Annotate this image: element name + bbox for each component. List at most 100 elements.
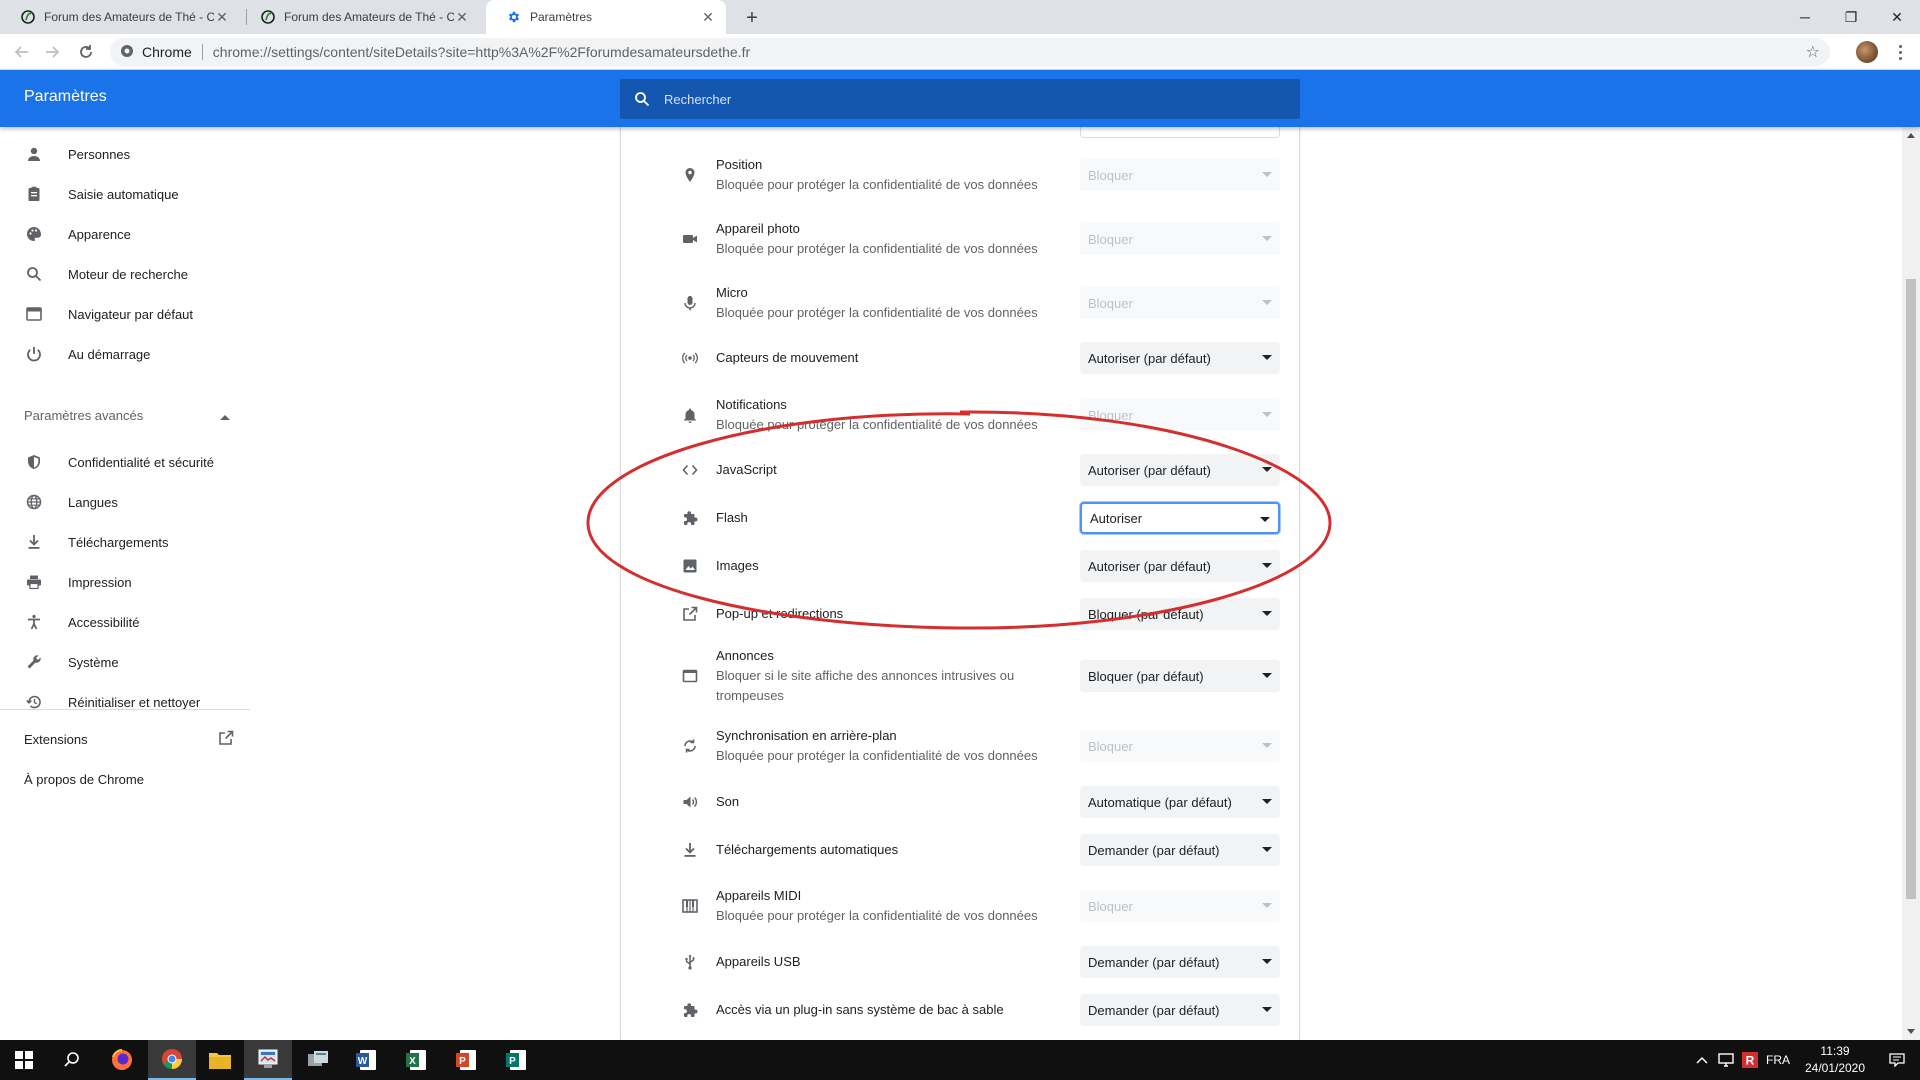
excel-icon[interactable]: X bbox=[392, 1040, 440, 1080]
chrome-icon[interactable] bbox=[148, 1040, 196, 1080]
sidebar-item-au-demarrage[interactable]: Au démarrage bbox=[0, 334, 250, 374]
sidebar-item-personnes[interactable]: Personnes bbox=[0, 134, 250, 174]
usb-icon bbox=[680, 952, 700, 972]
word-icon[interactable]: W bbox=[342, 1040, 390, 1080]
advanced-settings-toggle[interactable]: Paramètres avancés bbox=[24, 395, 230, 435]
permission-select-unsandboxed-plugins[interactable]: Demander (par défaut) bbox=[1080, 994, 1280, 1026]
site-chip[interactable]: Chrome bbox=[110, 44, 203, 60]
close-tab-icon[interactable]: ✕ bbox=[454, 9, 470, 25]
browser-tab-1[interactable]: Forum des Amateurs de Thé - Co ✕ bbox=[0, 0, 240, 34]
reload-icon[interactable] bbox=[72, 38, 100, 66]
permission-select-automatic-downloads[interactable]: Demander (par défaut) bbox=[1080, 834, 1280, 866]
code-icon bbox=[680, 460, 700, 480]
restore-window-icon[interactable]: ❐ bbox=[1828, 0, 1874, 34]
permission-select-flash[interactable]: Autoriser bbox=[1080, 502, 1280, 534]
profile-avatar[interactable] bbox=[1856, 41, 1878, 63]
permission-description: Bloquer si le site affiche des annonces … bbox=[716, 668, 1015, 703]
permission-description: Bloquée pour protéger la confidentialité… bbox=[716, 908, 1038, 923]
sidebar-item-accessibilite[interactable]: Accessibilité bbox=[0, 602, 250, 642]
permission-name: Flash bbox=[716, 510, 748, 525]
back-arrow-icon[interactable] bbox=[8, 38, 36, 66]
browser-tab-3-active[interactable]: Paramètres ✕ bbox=[486, 0, 726, 34]
sidebar-item-reinitialiser[interactable]: Réinitialiser et nettoyer bbox=[0, 682, 250, 722]
tray-chevron-up-icon[interactable] bbox=[1692, 1040, 1712, 1080]
sidebar-item-confidentialite[interactable]: Confidentialité et sécurité bbox=[0, 442, 250, 482]
permission-select-position: Bloquer bbox=[1080, 159, 1280, 191]
sidebar-item-langues[interactable]: Langues bbox=[0, 482, 250, 522]
dropdown-caret-icon bbox=[1262, 563, 1272, 568]
permission-select-javascript[interactable]: Autoriser (par défaut) bbox=[1080, 454, 1280, 486]
new-tab-button[interactable]: + bbox=[738, 4, 766, 32]
sidebar-item-telechargements[interactable]: Téléchargements bbox=[0, 522, 250, 562]
tab-title: Paramètres bbox=[530, 10, 593, 24]
svg-text:X: X bbox=[409, 1056, 416, 1067]
permission-select-ads[interactable]: Bloquer (par défaut) bbox=[1080, 660, 1280, 692]
permission-select-sound[interactable]: Automatique (par défaut) bbox=[1080, 786, 1280, 818]
firefox-icon[interactable] bbox=[98, 1040, 146, 1080]
taskbar-clock[interactable]: 11:39 24/01/2020 bbox=[1790, 1043, 1880, 1077]
permission-row-ads: Annonces Bloquer si le site affiche des a… bbox=[620, 646, 1300, 706]
select-value: Demander (par défaut) bbox=[1088, 954, 1220, 970]
publisher-icon[interactable]: P bbox=[492, 1040, 540, 1080]
settings-header: Paramètres bbox=[0, 70, 1920, 127]
browser-tab-2[interactable]: Forum des Amateurs de Thé - Co ✕ bbox=[240, 0, 480, 34]
more-menu-icon[interactable] bbox=[1890, 40, 1910, 64]
settings-search-box[interactable] bbox=[620, 79, 1300, 119]
close-tab-icon[interactable]: ✕ bbox=[700, 9, 716, 25]
chrome-info-icon bbox=[120, 44, 134, 61]
search-input[interactable] bbox=[664, 91, 1264, 107]
browser-toolbar: Chrome chrome://settings/content/siteDet… bbox=[0, 34, 1920, 70]
sidebar-item-extensions[interactable]: Extensions bbox=[24, 719, 234, 759]
puzzle-icon bbox=[680, 1000, 700, 1020]
network-icon[interactable] bbox=[1714, 1040, 1738, 1080]
clock-time: 11:39 bbox=[1820, 1044, 1850, 1058]
sidebar-item-label: Accessibilité bbox=[68, 614, 140, 630]
bookmark-star-icon[interactable]: ☆ bbox=[1806, 42, 1820, 62]
sidebar-item-impression[interactable]: Impression bbox=[0, 562, 250, 602]
permission-select-motion-sensors[interactable]: Autoriser (par défaut) bbox=[1080, 342, 1280, 374]
dropdown-caret-icon bbox=[1262, 467, 1272, 472]
url-text[interactable]: chrome://settings/content/siteDetails?si… bbox=[203, 44, 750, 60]
powerpoint-icon[interactable]: P bbox=[442, 1040, 490, 1080]
permission-name: Position bbox=[716, 157, 763, 172]
sidebar-item-moteur-de-recherche[interactable]: Moteur de recherche bbox=[0, 254, 250, 294]
dropdown-caret-icon bbox=[1262, 959, 1272, 964]
sidebar-item-apparence[interactable]: Apparence bbox=[0, 214, 250, 254]
motion-sensor-icon bbox=[680, 348, 700, 368]
scroll-up-arrow-icon[interactable] bbox=[1907, 133, 1915, 138]
sidebar-item-navigateur-par-defaut[interactable]: Navigateur par défaut bbox=[0, 294, 250, 334]
scroll-down-arrow-icon[interactable] bbox=[1907, 1029, 1915, 1034]
microphone-icon bbox=[680, 293, 700, 313]
sidebar-item-label: Extensions bbox=[24, 731, 88, 747]
sidebar-item-about-chrome[interactable]: À propos de Chrome bbox=[24, 759, 234, 799]
permission-row-micro: Micro Bloquée pour protéger la confidenti… bbox=[620, 281, 1300, 325]
close-tab-icon[interactable]: ✕ bbox=[214, 9, 230, 25]
minimize-icon[interactable]: ─ bbox=[1782, 0, 1828, 34]
windows-start-icon[interactable] bbox=[0, 1040, 48, 1080]
page-scrollbar[interactable] bbox=[1902, 127, 1920, 1040]
permission-select-midi: Bloquer bbox=[1080, 890, 1280, 922]
forward-arrow-icon[interactable] bbox=[38, 38, 66, 66]
close-window-icon[interactable]: ✕ bbox=[1874, 0, 1920, 34]
speaker-icon bbox=[680, 792, 700, 812]
app-icon-5[interactable] bbox=[244, 1040, 292, 1080]
sidebar-item-saisie-automatique[interactable]: Saisie automatique bbox=[0, 174, 250, 214]
language-indicator[interactable]: FRA bbox=[1764, 1040, 1792, 1080]
address-bar[interactable]: Chrome chrome://settings/content/siteDet… bbox=[110, 38, 1830, 66]
permission-name: Capteurs de mouvement bbox=[716, 350, 859, 365]
permission-select-popups[interactable]: Bloquer (par défaut) bbox=[1080, 598, 1280, 630]
sidebar-item-label: Navigateur par défaut bbox=[68, 306, 194, 322]
sidebar-item-systeme[interactable]: Système bbox=[0, 642, 250, 682]
forum-favicon-icon bbox=[20, 9, 36, 25]
app-icon-6[interactable] bbox=[294, 1040, 342, 1080]
permission-select-images[interactable]: Autoriser (par défaut) bbox=[1080, 550, 1280, 582]
tray-app-r-icon[interactable]: R bbox=[1740, 1040, 1760, 1080]
permission-name: Appareils MIDI bbox=[716, 888, 802, 903]
dropdown-caret-icon bbox=[1262, 903, 1272, 908]
permission-select-usb[interactable]: Demander (par défaut) bbox=[1080, 946, 1280, 978]
permission-row-camera: Appareil photo Bloquée pour protéger la c… bbox=[620, 217, 1300, 261]
notification-center-icon[interactable] bbox=[1880, 1040, 1914, 1080]
file-explorer-icon[interactable] bbox=[196, 1040, 244, 1080]
scrollbar-thumb[interactable] bbox=[1906, 279, 1916, 899]
taskbar-search-icon[interactable] bbox=[48, 1040, 96, 1080]
